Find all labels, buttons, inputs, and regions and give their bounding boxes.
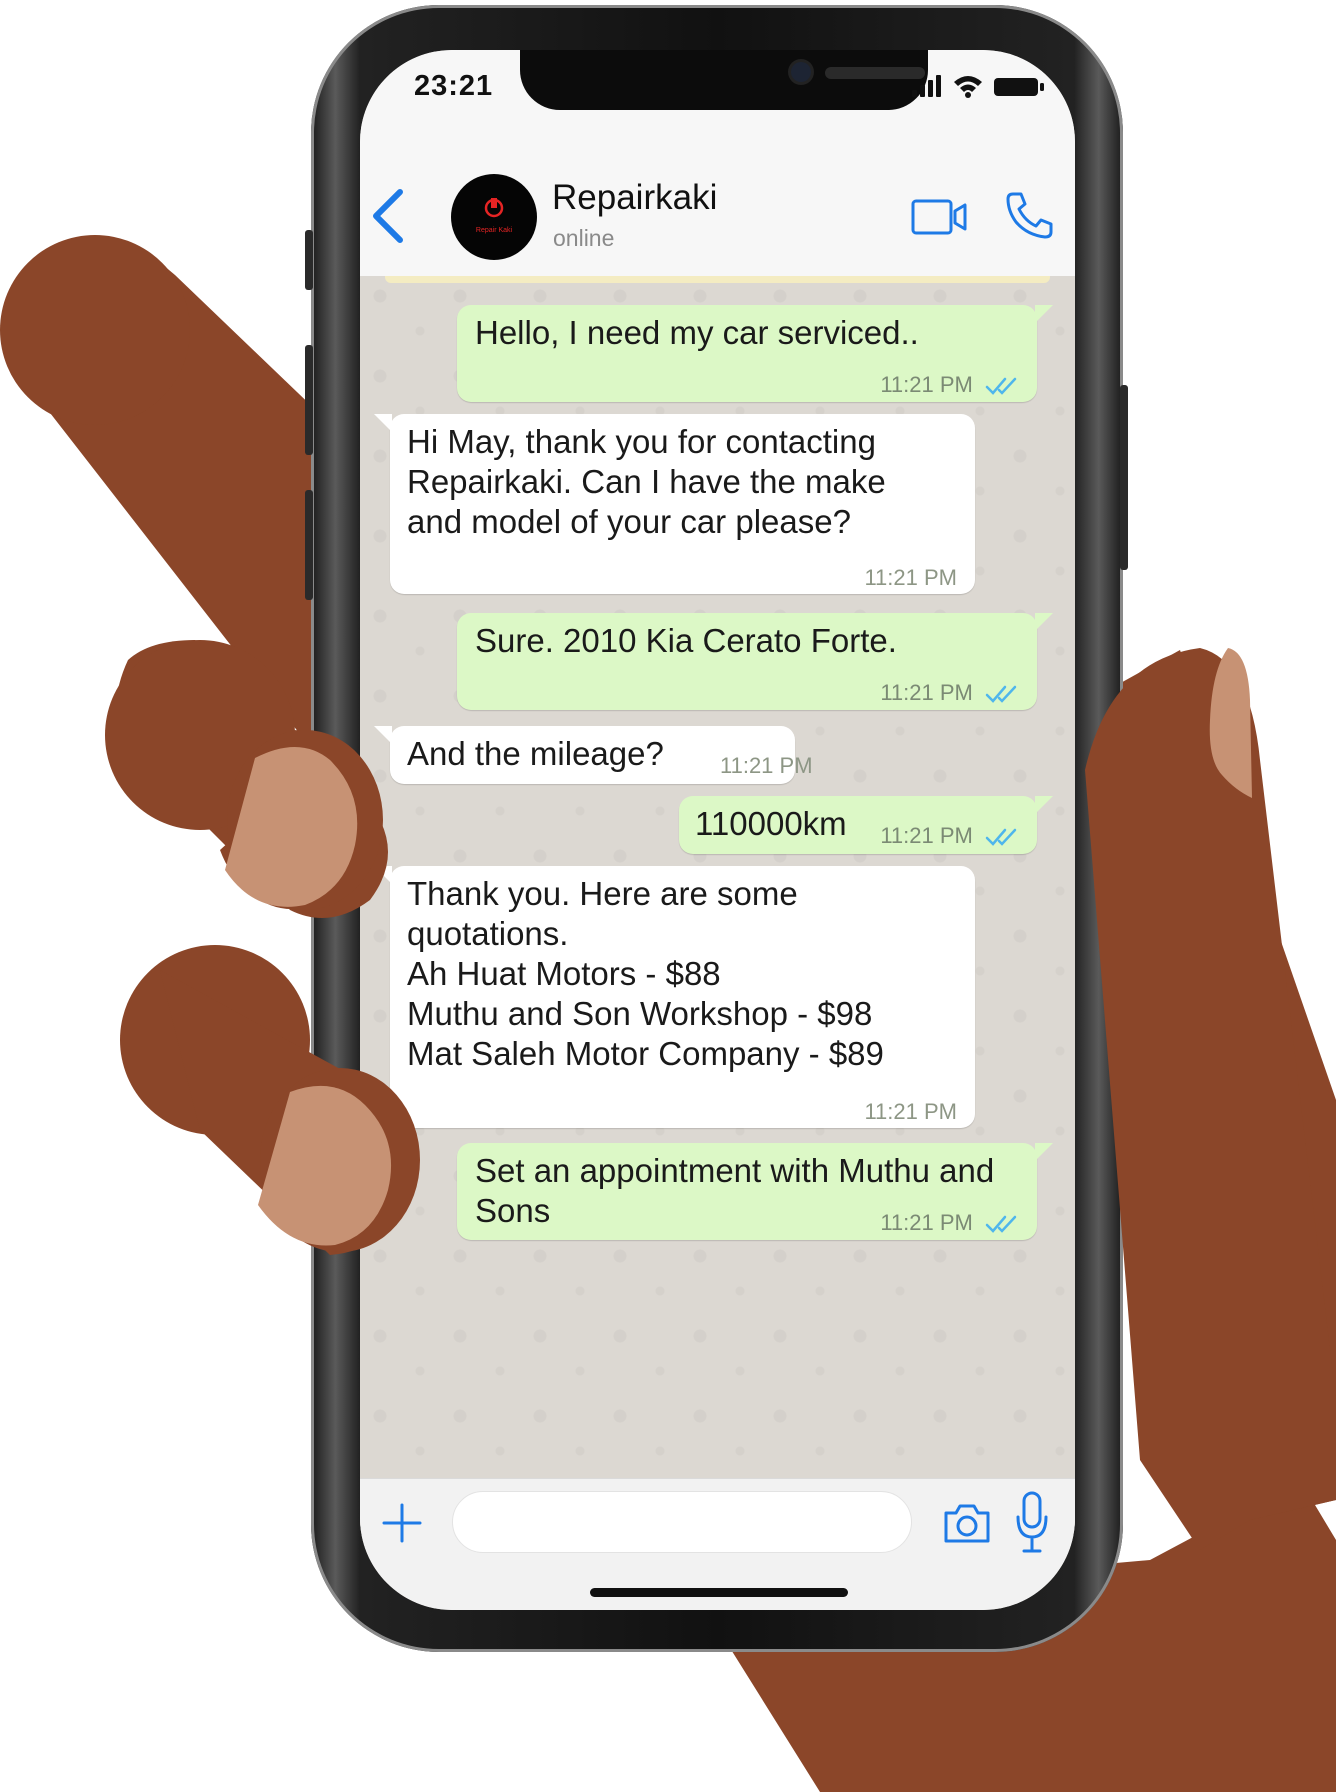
chat-area[interactable]: Hello, I need my car serviced.. 11:21 PM… <box>360 276 1075 1528</box>
read-receipt-icon <box>985 1215 1017 1234</box>
phone-volume-down-button <box>305 490 313 600</box>
bubble-tail <box>374 866 392 884</box>
message-time: 11:21 PM <box>880 823 973 848</box>
message-text: Thank you. Here are some quotations. Ah … <box>407 875 884 1072</box>
status-time: 23:21 <box>414 70 494 102</box>
contact-name[interactable]: Repairkaki <box>552 178 717 218</box>
earpiece-speaker <box>825 67 925 79</box>
microphone-icon[interactable] <box>1015 1491 1049 1555</box>
bubble-tail <box>374 726 392 744</box>
avatar-logo-text: Repair Kaki <box>475 227 513 234</box>
back-chevron-icon[interactable] <box>366 186 410 246</box>
message-bubble-incoming[interactable]: Hi May, thank you for contacting Repairk… <box>374 414 975 594</box>
bubble-tail <box>1035 305 1053 323</box>
message-bubble-outgoing[interactable]: Hello, I need my car serviced.. 11:21 PM <box>457 305 1053 405</box>
encryption-banner-edge <box>385 276 1050 283</box>
phone-power-button <box>1120 385 1128 570</box>
message-meta: 11:21 PM <box>880 365 1019 405</box>
notch <box>520 50 928 110</box>
message-meta: 11:21 PM <box>880 816 1019 856</box>
bubble-tail <box>374 414 392 432</box>
status-bar: 23:21 <box>360 50 1075 120</box>
read-receipt-icon <box>985 685 1017 704</box>
message-time: 11:21 PM <box>880 372 973 397</box>
message-time: 11:21 PM <box>864 565 957 590</box>
bubble-tail <box>1035 796 1053 814</box>
status-icons <box>912 75 1044 98</box>
message-text: 110000km <box>695 805 847 842</box>
message-input[interactable] <box>452 1491 912 1553</box>
message-text: And the mileage? <box>407 735 664 772</box>
message-bubble-incoming[interactable]: And the mileage? 11:21 PM <box>374 726 813 784</box>
message-time: 11:21 PM <box>864 1099 957 1124</box>
message-bubble-outgoing[interactable]: 110000km 11:21 PM <box>679 796 1053 856</box>
cellular-signal-icon <box>912 75 941 97</box>
phone-side-button <box>305 230 313 290</box>
bubble-tail <box>1035 1143 1053 1161</box>
message-bubble-incoming[interactable]: Thank you. Here are some quotations. Ah … <box>374 866 975 1128</box>
message-text: Sure. 2010 Kia Cerato Forte. <box>475 622 897 659</box>
bubble-tail <box>1035 613 1053 631</box>
message-text: Hi May, thank you for contacting Repairk… <box>407 423 886 540</box>
phone-screen: 23:21 Repair Kaki Repairkaki online Hell… <box>360 50 1075 1610</box>
repair-logo-icon <box>484 198 504 218</box>
message-meta: 11:21 PM <box>880 673 1019 713</box>
phone-volume-up-button <box>305 345 313 455</box>
chat-header: Repair Kaki Repairkaki online <box>360 120 1075 278</box>
front-camera <box>791 62 811 82</box>
camera-icon[interactable] <box>942 1501 992 1545</box>
video-call-icon[interactable] <box>911 197 969 237</box>
message-time: 11:21 PM <box>880 680 973 705</box>
message-time: 11:21 PM <box>720 753 813 778</box>
plus-attach-icon[interactable] <box>380 1501 424 1545</box>
message-meta: 11:21 PM <box>880 1203 1019 1243</box>
message-bubble-outgoing[interactable]: Sure. 2010 Kia Cerato Forte. 11:21 PM <box>457 613 1053 713</box>
message-bubble-outgoing[interactable]: Set an appointment with Muthu and Sons 1… <box>457 1143 1053 1243</box>
read-receipt-icon <box>985 828 1017 847</box>
message-text: Hello, I need my car serviced.. <box>475 314 919 351</box>
wifi-icon <box>954 76 982 98</box>
message-time: 11:21 PM <box>880 1210 973 1235</box>
read-receipt-icon <box>985 377 1017 396</box>
battery-icon <box>994 78 1044 96</box>
voice-call-icon[interactable] <box>1005 190 1055 240</box>
home-indicator[interactable] <box>590 1588 848 1597</box>
contact-status: online <box>553 225 615 251</box>
contact-avatar[interactable]: Repair Kaki <box>451 174 537 260</box>
